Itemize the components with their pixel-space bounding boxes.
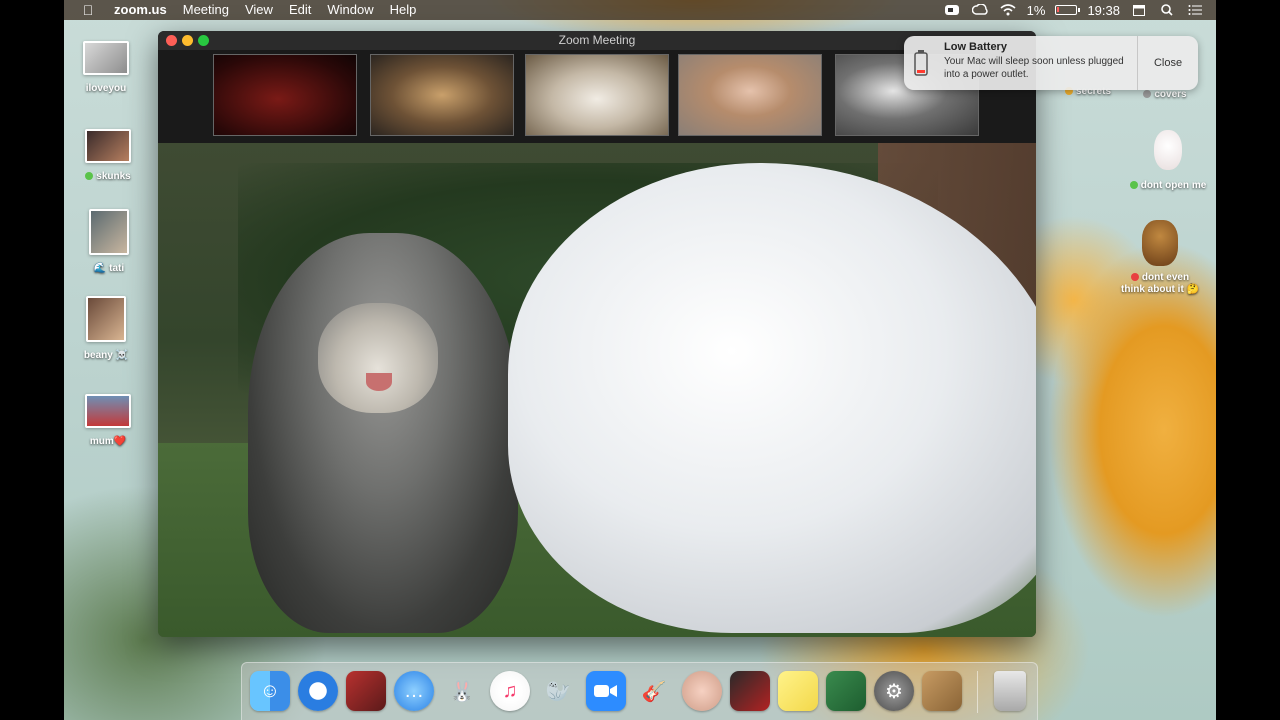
participant-tile-4[interactable] bbox=[678, 54, 822, 136]
desktop-icon-label: dont even think about it 🤔 bbox=[1121, 272, 1199, 295]
thumbnail bbox=[85, 129, 131, 163]
stickies-icon[interactable] bbox=[778, 671, 818, 711]
wifi-icon[interactable] bbox=[999, 3, 1017, 17]
menu-meeting[interactable]: Meeting bbox=[175, 0, 237, 20]
desktop-icon-covers[interactable]: covers bbox=[1120, 89, 1210, 100]
white-fluffy-dog bbox=[508, 163, 1036, 633]
participant-tile-1[interactable] bbox=[213, 54, 357, 136]
messages-icon[interactable]: … bbox=[394, 671, 434, 711]
system-preferences-icon[interactable]: ⚙ bbox=[874, 671, 914, 711]
battery-icon[interactable] bbox=[1055, 5, 1081, 15]
music-icon[interactable]: ♫ bbox=[490, 671, 530, 711]
status-area: 1% 19:38 bbox=[943, 3, 1216, 18]
dog-tongue bbox=[366, 373, 392, 391]
clock[interactable]: 19:38 bbox=[1087, 3, 1120, 18]
menu-window[interactable]: Window bbox=[319, 0, 381, 20]
zoom-status-icon[interactable] bbox=[943, 3, 961, 17]
thumbnail bbox=[83, 41, 129, 75]
menu-edit[interactable]: Edit bbox=[281, 0, 319, 20]
zoom-meeting-window: Zoom Meeting bbox=[158, 31, 1036, 637]
thumbnail bbox=[86, 296, 126, 342]
calendar-icon[interactable] bbox=[1130, 3, 1148, 17]
safari-icon[interactable] bbox=[298, 671, 338, 711]
desktop-icon-label: iloveyou bbox=[85, 83, 127, 94]
participant-tile-3[interactable] bbox=[525, 54, 669, 136]
desktop-icon-tati[interactable]: 🌊 tati bbox=[64, 209, 154, 274]
tag-dot bbox=[85, 172, 94, 181]
menu-app-name[interactable]: zoom.us bbox=[106, 0, 175, 20]
trash-icon[interactable] bbox=[994, 671, 1026, 711]
documents-icon[interactable] bbox=[922, 671, 962, 711]
tag-dot bbox=[1130, 273, 1139, 282]
dock: ☺ … 🐰 ♫ 🦭 🎸 ⚙ bbox=[241, 662, 1038, 720]
active-speaker-video[interactable] bbox=[158, 143, 1036, 637]
desktop-icon-label: dont open me bbox=[1118, 180, 1218, 191]
desktop-icon-skunks[interactable]: skunks bbox=[63, 129, 153, 182]
preview-icon[interactable]: 🦭 bbox=[538, 671, 578, 711]
desktop-icon-label: 🌊 tati bbox=[93, 263, 125, 274]
notification-center-icon[interactable] bbox=[1186, 3, 1204, 17]
desktop-icon-dont-open-me[interactable]: dont open me bbox=[1118, 130, 1218, 191]
launchpad-icon[interactable]: 🐰 bbox=[442, 671, 482, 711]
menu-bar:  zoom.us Meeting View Edit Window Help … bbox=[64, 0, 1216, 20]
schnauzer-dog bbox=[248, 233, 518, 633]
lion-sticker-icon bbox=[1142, 220, 1178, 266]
desktop-icon-label: mum❤️ bbox=[89, 436, 127, 447]
tag-dot bbox=[1129, 181, 1138, 190]
desktop-icon-mum[interactable]: mum❤️ bbox=[63, 394, 153, 447]
dock-separator bbox=[977, 671, 978, 713]
creative-cloud-icon[interactable] bbox=[971, 3, 989, 17]
notification-body: Low Battery Your Mac will sleep soon unl… bbox=[938, 36, 1138, 90]
battery-alert-icon bbox=[904, 36, 938, 90]
battery-percent: 1% bbox=[1026, 2, 1046, 18]
desktop-icon-beany[interactable]: beany ☠️ bbox=[61, 296, 151, 361]
desktop-icon-dont-even-think[interactable]: dont even think about it 🤔 bbox=[1110, 220, 1210, 296]
participant-tile-2[interactable] bbox=[370, 54, 514, 136]
memoji-icon[interactable] bbox=[682, 671, 722, 711]
garageband-icon[interactable]: 🎸 bbox=[634, 671, 674, 711]
notification-title: Low Battery bbox=[944, 41, 1007, 53]
desktop-icon-label: skunks bbox=[63, 171, 153, 182]
low-battery-notification[interactable]: Low Battery Your Mac will sleep soon unl… bbox=[904, 36, 1198, 90]
finder-icon[interactable]: ☺ bbox=[250, 671, 290, 711]
apple-menu-icon[interactable]:  bbox=[80, 2, 96, 18]
spotlight-search-icon[interactable] bbox=[1158, 3, 1176, 17]
zoom-icon[interactable] bbox=[586, 671, 626, 711]
image-capture-icon[interactable] bbox=[826, 671, 866, 711]
bunny-sticker-icon bbox=[1154, 130, 1182, 170]
photo-booth-icon[interactable] bbox=[346, 671, 386, 711]
notification-close-button[interactable]: Close bbox=[1138, 36, 1198, 90]
menu-help[interactable]: Help bbox=[382, 0, 425, 20]
menu-view[interactable]: View bbox=[237, 0, 281, 20]
dog-face bbox=[318, 303, 438, 413]
thumbnail bbox=[89, 209, 129, 255]
desktop-icon-label: beany ☠️ bbox=[83, 350, 129, 361]
desktop-icon-label: covers bbox=[1120, 89, 1210, 100]
tag-dot bbox=[1143, 90, 1152, 99]
notification-message: Your Mac will sleep soon unless plugged … bbox=[944, 56, 1124, 80]
photo-slideshow-icon[interactable] bbox=[730, 671, 770, 711]
thumbnail bbox=[85, 394, 131, 428]
desktop-icon-iloveyou[interactable]: iloveyou bbox=[61, 41, 151, 94]
